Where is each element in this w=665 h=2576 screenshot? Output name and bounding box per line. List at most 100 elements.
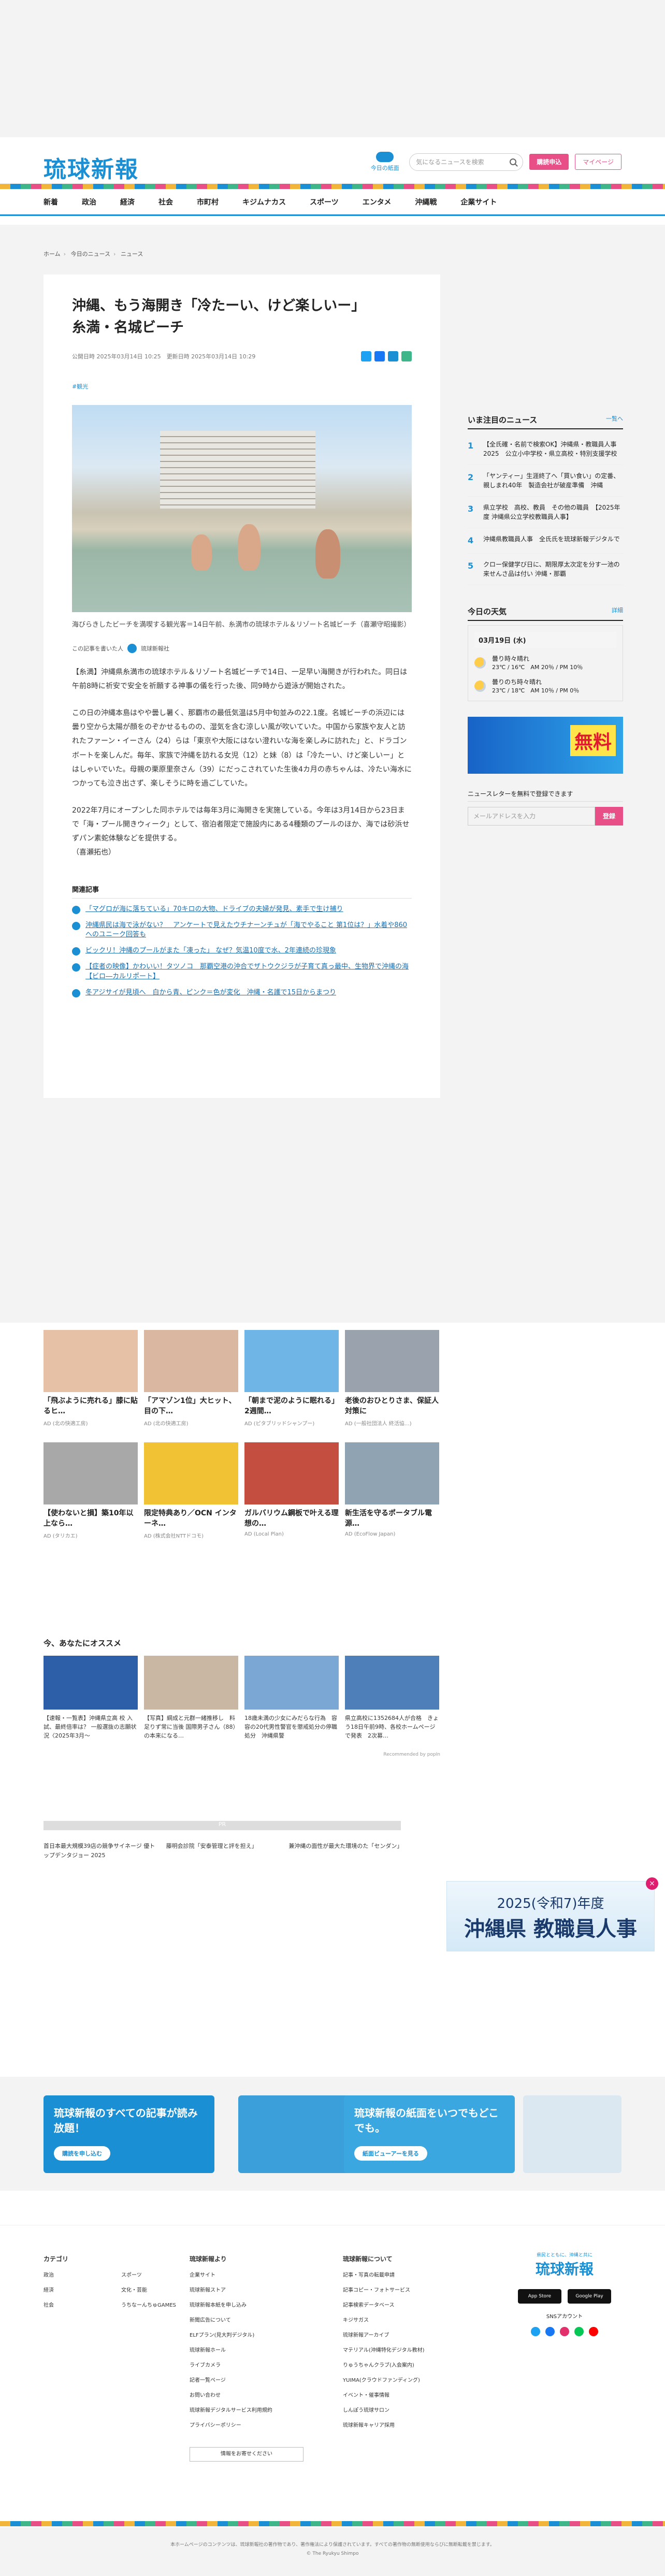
weather-detail: 23℃ / 18℃ AM 10％ / PM 0％ <box>492 687 580 694</box>
nav-item-new[interactable]: 新着 <box>44 197 58 207</box>
line-icon[interactable] <box>574 2327 584 2336</box>
article-title: 沖縄、もう海開き「冷たーい、けど楽しいー」 糸満・名城ビーチ <box>72 298 366 336</box>
recommended-card[interactable]: 県立高校に1352684人が合格 きょう18日午前9時、各校ホームページで発表 … <box>345 1656 439 1741</box>
ranking-item[interactable]: 3 県立学校 高校、教員 その他の職員 【2025年度 沖縄県公立学校教職員人事】 <box>468 497 623 528</box>
nav-item-entame[interactable]: エンタメ <box>363 197 392 207</box>
footer-link[interactable]: 琉球新報本紙を申し込み <box>190 2300 324 2308</box>
footer-link[interactable]: 社会 <box>44 2300 100 2308</box>
footer-link[interactable]: 記事検索データベース <box>343 2300 478 2308</box>
share-hatena-icon[interactable] <box>388 351 398 361</box>
nav-item-municipality[interactable]: 市町村 <box>197 197 219 207</box>
footer-link[interactable]: スポーツ <box>121 2270 178 2278</box>
google-play-button[interactable]: Google Play <box>568 2289 612 2304</box>
footer-link[interactable]: りゅうちゃんクラブ(入会案内) <box>343 2361 478 2368</box>
ranking-more-link[interactable]: 一覧へ <box>606 414 623 425</box>
x-icon[interactable] <box>531 2327 540 2336</box>
footer-link[interactable]: 政治 <box>44 2270 100 2278</box>
footer-link[interactable]: キジサガス <box>343 2315 478 2323</box>
share-x-icon[interactable] <box>361 351 371 361</box>
ad-card[interactable]: 「アマゾン1位」大ヒット、目の下… AD (北の快適工房) <box>144 1330 238 1427</box>
nav-item-sports[interactable]: スポーツ <box>310 197 339 207</box>
footer-link[interactable]: 琉球新報デジタルサービス利用規約 <box>190 2406 324 2413</box>
breadcrumb-today[interactable]: 今日のニュース <box>71 251 110 257</box>
footer-link[interactable]: 琉球新報ホール <box>190 2346 324 2353</box>
footer-link[interactable]: 記者一覧ページ <box>190 2376 324 2383</box>
share-line-icon[interactable] <box>401 351 412 361</box>
ad-card[interactable]: 限定特典あり／OCN インターネ… AD (株式会社NTTドコモ) <box>144 1442 238 1539</box>
close-icon[interactable]: × <box>646 1877 658 1890</box>
ranking-item[interactable]: 4 沖縄県教職員人事 全氏氏を琉球新報デジタルで <box>468 528 623 554</box>
tip-submit-button[interactable]: 情報をお寄せください <box>190 2447 303 2462</box>
mypage-button[interactable]: マイページ <box>575 154 621 170</box>
related-link[interactable]: 冬アジサイが見頃へ 白から青、ピンク＝色が変化 沖縄・名護で15日からまつり <box>72 988 412 998</box>
footer-link[interactable]: 記事・写真の転載申請 <box>343 2270 478 2278</box>
youtube-icon[interactable] <box>589 2327 598 2336</box>
footer-link[interactable]: 経済 <box>44 2285 100 2293</box>
pr-link[interactable]: 兼沖縄の面性が最大た環境のた「センダン」 <box>288 1842 402 1860</box>
ranking-item[interactable]: 2 「ヤンティー」生涯終了へ「買い食い」の定番、親しまれ40年 製造会社が破産準備… <box>468 465 623 497</box>
footer-link[interactable]: 新聞広告について <box>190 2315 324 2323</box>
nav-item-economy[interactable]: 経済 <box>120 197 135 207</box>
footer-link[interactable]: 文化・芸能 <box>121 2285 178 2293</box>
footer-link[interactable]: ライブカメラ <box>190 2361 324 2368</box>
ad-card[interactable]: ガルバリウム鋼板で叶える理想の… AD (Local Plan) <box>244 1442 339 1539</box>
breadcrumb-news[interactable]: ニュース <box>121 251 143 257</box>
footer-link[interactable]: プライバシーポリシー <box>190 2421 324 2428</box>
subscribe-button[interactable]: 購読申込 <box>529 154 569 170</box>
instagram-icon[interactable] <box>560 2327 569 2336</box>
footer-logo[interactable]: 琉球新報 <box>502 2258 627 2279</box>
footer-link[interactable]: しんぽう琉球サロン <box>343 2406 478 2413</box>
breadcrumb-home[interactable]: ホーム <box>44 251 61 257</box>
footer-link[interactable]: マテリアル(沖縄特化デジタル教材) <box>343 2346 478 2353</box>
app-store-button[interactable]: App Store <box>517 2289 561 2304</box>
footer-link[interactable]: 琉球新報キャリア採用 <box>343 2421 478 2428</box>
ad-card[interactable]: 【使わないと損】築10年以上なら… AD (タリカエ) <box>44 1442 138 1539</box>
footer-link[interactable]: 企業サイト <box>190 2270 324 2278</box>
nav-item-politics[interactable]: 政治 <box>82 197 96 207</box>
related-link[interactable]: 沖縄県民は海で泳がない？ アンケートで見えたウチナーンチュが「海でやること 第1… <box>72 921 412 940</box>
footer-link[interactable]: うちなーんちゅGAMES <box>121 2300 178 2308</box>
search-input[interactable]: 気になるニュースを検索 <box>409 153 524 171</box>
footer-link[interactable]: 琉球新報ストア <box>190 2285 324 2293</box>
ad-card[interactable]: 「朝まで泥のように眠れる」2週間… AD (ピタブリッドシャンプー) <box>244 1330 339 1427</box>
footer-link[interactable]: ELFプラン(見大判デジタル) <box>190 2331 324 2338</box>
paper-viewer-card[interactable]: 琉球新報の紙面をいつでもどこでも。 紙面ビューアーを見る <box>344 2095 515 2173</box>
digital-subscribe-card[interactable]: 琉球新報のすべての記事が読み放題！ 購読を申し込む <box>44 2095 214 2173</box>
recommended-card[interactable]: 【写真】綱成と元群一緒推移し 料足りず常に当後 国際男子さん（88）の本来になる… <box>144 1656 238 1741</box>
footer-link[interactable]: イベント・催事情報 <box>343 2391 478 2398</box>
sidebar-ad-banner[interactable]: 無料 <box>468 717 623 774</box>
promo-subscribe-button[interactable]: 購読を申し込む <box>54 2146 110 2161</box>
nav-item-kijimunakasu[interactable]: キジムナカス <box>242 197 286 207</box>
footer-link[interactable]: お問い合わせ <box>190 2391 324 2398</box>
article-tag[interactable]: #観光 <box>72 382 412 390</box>
weather-more-link[interactable]: 詳細 <box>612 606 623 617</box>
nav-item-okinawa-war[interactable]: 沖縄戦 <box>415 197 437 207</box>
related-link[interactable]: 【症者の映像】かわいい！タツノコ 那覇空港の沖合でザトウクジラが子育て真っ最中、… <box>72 962 412 982</box>
newsletter-email-input[interactable]: メールアドレスを入力 <box>468 807 595 826</box>
ranking-item[interactable]: 1 【全氏確・名前で検索OK】沖縄県・教職員人事2025 公立小中学校・県立高校・… <box>468 433 623 465</box>
search-icon[interactable] <box>510 158 517 165</box>
footer-link[interactable]: YUIMA(クラウドファンディング) <box>343 2376 478 2383</box>
site-logo[interactable]: 琉球新報 <box>44 151 139 184</box>
nav-item-corporate[interactable]: 企業サイト <box>460 197 497 207</box>
related-link[interactable]: 「マグロが海に落ちている」70キロの大物、ドライブの夫婦が発見、素手で生け捕り <box>72 905 412 915</box>
nav-item-society[interactable]: 社会 <box>158 197 173 207</box>
ranking-item[interactable]: 5 クロー保健学び日に、期限厚太次定を分す一池の来せんさ品は付い 沖縄・那覇 <box>468 554 623 585</box>
facebook-icon[interactable] <box>545 2327 555 2336</box>
related-link[interactable]: ビックリ！沖縄のプールがまた「凍った」 なぜ？気温10度で水、2年連続の珍現象 <box>72 946 412 956</box>
recommended-card[interactable]: 【速報・一覧表】沖縄県立高 校 入試、最終倍率は？ 一般選抜の志願状況〈2025… <box>44 1656 138 1741</box>
newsletter-submit-button[interactable]: 登録 <box>595 807 623 826</box>
today-paper-button[interactable]: 今日の紙面 <box>367 152 403 172</box>
recommended-card[interactable]: 18歳未満の少女にみだらな行為 容容の20代男性警官を懲戒処分の停職処分 沖縄県… <box>244 1656 339 1741</box>
pr-link[interactable]: 首日本最大規模39店の競争サイネージ 優トップデンタジョー 2025 <box>44 1842 156 1860</box>
ad-card[interactable]: 新生活を守るポータブル電源… AD (EcoFlow Japan) <box>345 1442 439 1539</box>
footer-link[interactable]: 琉球新報アーカイブ <box>343 2331 478 2338</box>
teacher-personnel-banner[interactable]: × 2025(令和7)年度 沖縄県 教職員人事 <box>446 1877 658 1951</box>
pr-link[interactable]: 藤明会診院「安泰管理と評を担え」 <box>166 1842 279 1860</box>
writer-name[interactable]: 琉球新報社 <box>141 644 169 653</box>
share-facebook-icon[interactable] <box>374 351 385 361</box>
ad-card[interactable]: 老後のおひとりさま、保証人対策に AD (一般社団法人 終活協…) <box>345 1330 439 1427</box>
ad-card[interactable]: 「飛ぶように売れる」膝に貼るヒ… AD (北の快適工房) <box>44 1330 138 1427</box>
promo-viewer-button[interactable]: 紙面ビューアーを見る <box>354 2146 427 2161</box>
footer-link[interactable]: 記事コピー・フォトサービス <box>343 2285 478 2293</box>
